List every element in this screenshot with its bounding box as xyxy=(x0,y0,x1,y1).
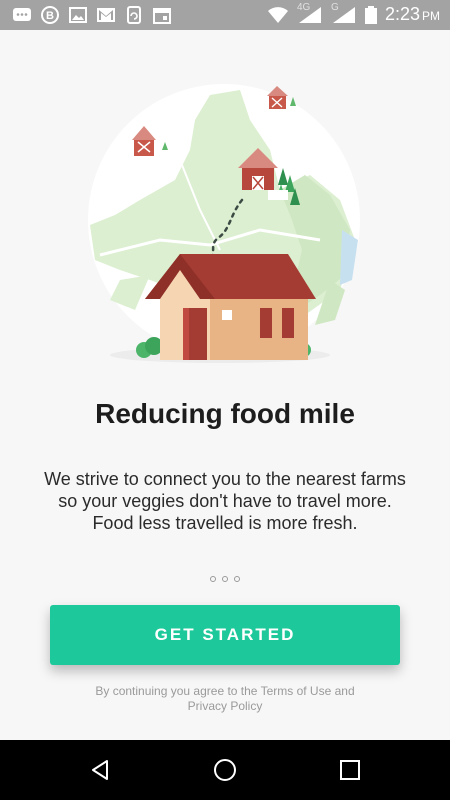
page-indicator xyxy=(0,576,450,582)
page-indicator-dot-3[interactable] xyxy=(234,576,240,582)
signal-4g-icon: 4G xyxy=(297,2,323,24)
b-notification-icon: B xyxy=(41,6,59,24)
onboarding-screen: B 4G G 2:23 PM Reducing food mile We str… xyxy=(0,0,450,800)
sync-icon xyxy=(127,6,141,24)
get-started-button[interactable]: GET STARTED xyxy=(50,605,400,665)
notification-icons: B xyxy=(12,6,172,24)
status-bar: B 4G G 2:23 PM xyxy=(0,0,450,30)
message-icon xyxy=(13,8,31,21)
gmail-icon xyxy=(97,8,115,22)
battery-icon xyxy=(364,6,377,24)
farm-house-illustration xyxy=(88,84,360,363)
house xyxy=(145,254,316,360)
clock-time: 2:23 xyxy=(384,4,420,24)
clock-suffix: PM xyxy=(422,9,440,23)
image-icon xyxy=(69,7,87,23)
system-icons: 4G G 2:23 PM xyxy=(267,2,440,25)
recents-icon[interactable] xyxy=(338,758,362,782)
signal-g-icon: G xyxy=(331,2,357,24)
farm-icon-top xyxy=(267,86,296,109)
home-icon[interactable] xyxy=(213,758,237,782)
onboarding-title: Reducing food mile xyxy=(95,398,355,429)
clock: 2:23 PM xyxy=(385,5,440,25)
network-g-label: G xyxy=(330,2,339,13)
network-4g-label: 4G xyxy=(296,2,311,13)
system-navigation-bar xyxy=(0,740,450,800)
calendar-icon xyxy=(153,8,171,24)
page-indicator-dot-2[interactable] xyxy=(222,576,228,582)
onboarding-description: We strive to connect you to the nearest … xyxy=(44,469,406,533)
page-indicator-dot-1[interactable] xyxy=(210,576,216,582)
terms-text[interactable]: By continuing you agree to the Terms of … xyxy=(80,684,370,714)
wifi-icon xyxy=(267,7,288,23)
back-icon[interactable] xyxy=(88,758,112,782)
svg-text:B: B xyxy=(46,10,54,22)
